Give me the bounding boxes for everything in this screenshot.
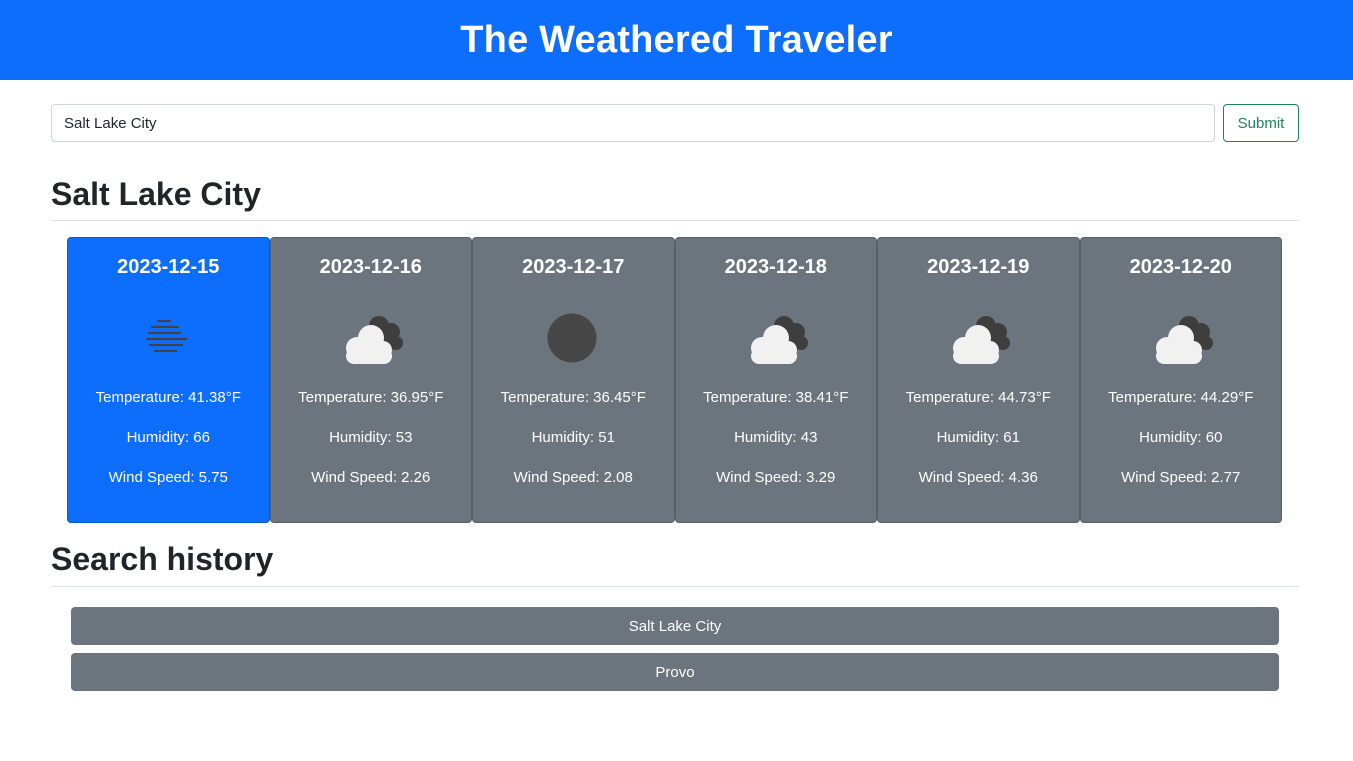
forecast-humidity: Humidity: 51 bbox=[531, 429, 615, 446]
forecast-wind-speed: Wind Speed: 3.29 bbox=[716, 469, 836, 486]
forecast-card[interactable]: 2023-12-15 Temperature: 41.38°F Humidity… bbox=[67, 237, 270, 523]
history-divider bbox=[51, 586, 1299, 587]
broken-clouds-icon bbox=[938, 310, 1018, 366]
forecast-wind-speed: Wind Speed: 2.08 bbox=[513, 469, 633, 486]
forecast-temperature: Temperature: 38.41°F bbox=[703, 389, 849, 406]
app-header: The Weathered Traveler bbox=[0, 0, 1353, 80]
forecast-card[interactable]: 2023-12-18 Temperature: 38.41°F Humidity… bbox=[674, 237, 877, 523]
forecast-temperature: Temperature: 41.38°F bbox=[95, 389, 241, 406]
forecast-card[interactable]: 2023-12-19 Temperature: 44.73°F Humidity… bbox=[877, 237, 1080, 523]
history-item-button[interactable]: Provo bbox=[71, 653, 1279, 691]
search-history-title: Search history bbox=[51, 541, 274, 577]
broken-clouds-icon bbox=[331, 310, 411, 366]
forecast-temperature: Temperature: 44.29°F bbox=[1108, 389, 1254, 406]
city-divider bbox=[51, 220, 1299, 221]
forecast-date: 2023-12-15 bbox=[117, 256, 220, 278]
broken-clouds-icon bbox=[1141, 310, 1221, 366]
history-item-button[interactable]: Salt Lake City bbox=[71, 607, 1279, 645]
forecast-wind-speed: Wind Speed: 2.26 bbox=[311, 469, 431, 486]
forecast-wind-speed: Wind Speed: 5.75 bbox=[108, 469, 228, 486]
forecast-date: 2023-12-20 bbox=[1129, 256, 1232, 278]
forecast-temperature: Temperature: 36.95°F bbox=[298, 389, 444, 406]
city-search-input[interactable] bbox=[51, 104, 1215, 142]
forecast-humidity: Humidity: 60 bbox=[1139, 429, 1223, 446]
forecast-wind-speed: Wind Speed: 4.36 bbox=[918, 469, 1038, 486]
forecast-date: 2023-12-17 bbox=[522, 256, 625, 278]
forecast-card[interactable]: 2023-12-20 Temperature: 44.29°F Humidity… bbox=[1079, 237, 1282, 523]
forecast-humidity: Humidity: 53 bbox=[329, 429, 413, 446]
clear-sky-icon bbox=[533, 310, 613, 366]
forecast-temperature: Temperature: 36.45°F bbox=[500, 389, 646, 406]
app-title: The Weathered Traveler bbox=[460, 18, 893, 61]
submit-button[interactable]: Submit bbox=[1223, 104, 1299, 142]
forecast-wind-speed: Wind Speed: 2.77 bbox=[1121, 469, 1241, 486]
forecast-humidity: Humidity: 43 bbox=[734, 429, 818, 446]
forecast-cards: 2023-12-15 Temperature: 41.38°F Humidity… bbox=[67, 237, 1284, 523]
forecast-date: 2023-12-16 bbox=[319, 256, 422, 278]
forecast-card[interactable]: 2023-12-16 Temperature: 36.95°F Humidity… bbox=[269, 237, 472, 523]
forecast-date: 2023-12-18 bbox=[724, 256, 827, 278]
mist-icon bbox=[128, 310, 208, 366]
forecast-humidity: Humidity: 66 bbox=[126, 429, 210, 446]
city-title: Salt Lake City bbox=[51, 176, 261, 212]
forecast-humidity: Humidity: 61 bbox=[936, 429, 1020, 446]
forecast-date: 2023-12-19 bbox=[927, 256, 1030, 278]
forecast-temperature: Temperature: 44.73°F bbox=[905, 389, 1051, 406]
broken-clouds-icon bbox=[736, 310, 816, 366]
forecast-card[interactable]: 2023-12-17 Temperature: 36.45°F Humidity… bbox=[472, 237, 675, 523]
